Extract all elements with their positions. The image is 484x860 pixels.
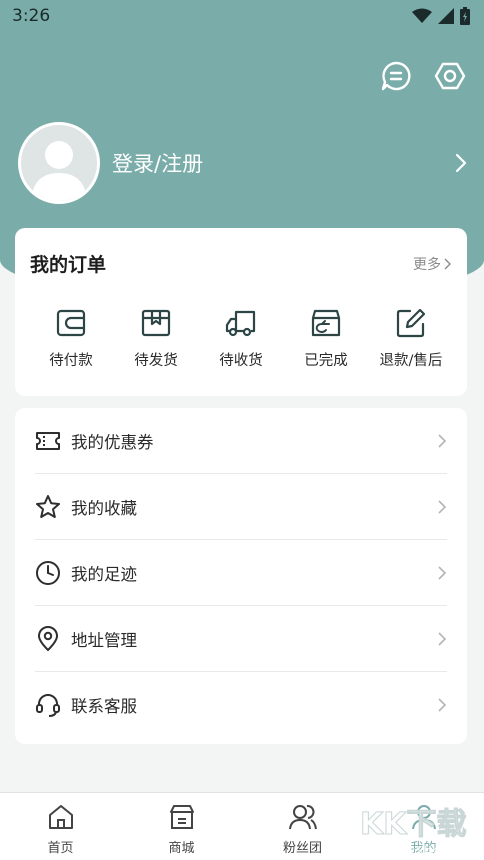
order-item-label: 待付款 (49, 353, 93, 369)
order-status-row: 待付款 待发货 待收货 已完成 退款/售后 (15, 277, 467, 370)
tab-label: 粉丝团 (282, 841, 322, 856)
order-item-label: 待收货 (219, 353, 263, 369)
profile-row[interactable]: 登录/注册 (18, 122, 468, 204)
orders-title: 我的订单 (30, 254, 107, 276)
chevron-right-icon[interactable] (454, 152, 468, 174)
status-icons (412, 7, 470, 25)
menu-item-label: 我的足迹 (71, 564, 137, 584)
chevron-right-icon (438, 565, 447, 580)
orders-card: 我的订单 更多 待付款 待发货 待收货 已完成 退款/售后 (15, 228, 467, 396)
users-icon (288, 805, 317, 830)
menu-item-history[interactable]: 我的足迹 (35, 540, 447, 606)
clock-icon (36, 560, 60, 585)
chevron-right-icon (444, 258, 451, 269)
chevron-right-icon (438, 631, 447, 646)
wallet-icon (56, 309, 86, 337)
menu-item-coupons[interactable]: 我的优惠券 (35, 408, 447, 474)
watermark-logo: KK下载 www.kkx.net (360, 807, 468, 858)
headset-icon (36, 694, 60, 717)
order-item-label: 退款/售后 (379, 353, 443, 369)
chevron-right-icon (438, 499, 447, 514)
package-icon (141, 309, 171, 337)
chevron-right-icon (438, 433, 447, 448)
menu-item-label: 我的收藏 (71, 498, 137, 518)
order-item-label: 已完成 (304, 353, 348, 369)
order-refund[interactable]: 退款/售后 (369, 307, 453, 370)
message-icon[interactable] (380, 60, 412, 92)
location-icon (38, 625, 58, 651)
avatar[interactable] (18, 122, 100, 204)
truck-icon (225, 310, 256, 337)
order-completed[interactable]: 已完成 (284, 307, 368, 370)
order-item-label: 待发货 (134, 353, 178, 369)
menu-item-label: 联系客服 (71, 697, 137, 716)
status-bar: 3:26 (0, 0, 484, 32)
tab-fans[interactable]: 粉丝团 (242, 793, 363, 860)
header-actions (380, 60, 466, 92)
tab-label: 首页 (47, 841, 74, 856)
default-avatar-icon (31, 141, 87, 201)
chevron-right-icon (438, 698, 447, 712)
tab-label: 商城 (168, 841, 195, 856)
tab-home[interactable]: 首页 (0, 793, 121, 860)
signal-icon (438, 8, 454, 24)
orders-header: 我的订单 更多 (15, 228, 467, 277)
login-register-link[interactable]: 登录/注册 (112, 148, 454, 178)
status-time: 3:26 (12, 6, 51, 26)
order-pending-receipt[interactable]: 待收货 (199, 307, 283, 370)
orders-more-label: 更多 (413, 256, 441, 273)
order-pending-shipment[interactable]: 待发货 (114, 307, 198, 370)
menu-card: 我的优惠券 我的收藏 我的足迹 地址管理 联系客服 (15, 408, 467, 744)
wifi-icon (412, 8, 432, 23)
menu-item-support[interactable]: 联系客服 (35, 672, 447, 738)
home-icon (48, 805, 73, 829)
star-icon (36, 494, 60, 518)
svg-text:www.kkx.net: www.kkx.net (388, 844, 459, 857)
battery-icon (460, 7, 470, 25)
menu-item-label: 地址管理 (71, 630, 137, 650)
orders-more-link[interactable]: 更多 (413, 254, 451, 274)
tab-store[interactable]: 商城 (121, 793, 242, 860)
box-check-icon (311, 309, 341, 337)
coupon-icon (36, 431, 60, 450)
order-pending-payment[interactable]: 待付款 (29, 307, 113, 370)
store-icon (169, 805, 194, 829)
menu-item-label: 我的优惠券 (71, 432, 154, 452)
settings-icon[interactable] (434, 60, 466, 92)
edit-icon (396, 308, 426, 338)
menu-item-favorites[interactable]: 我的收藏 (35, 474, 447, 540)
menu-item-address[interactable]: 地址管理 (35, 606, 447, 672)
svg-text:KK下载: KK下载 (360, 807, 467, 842)
